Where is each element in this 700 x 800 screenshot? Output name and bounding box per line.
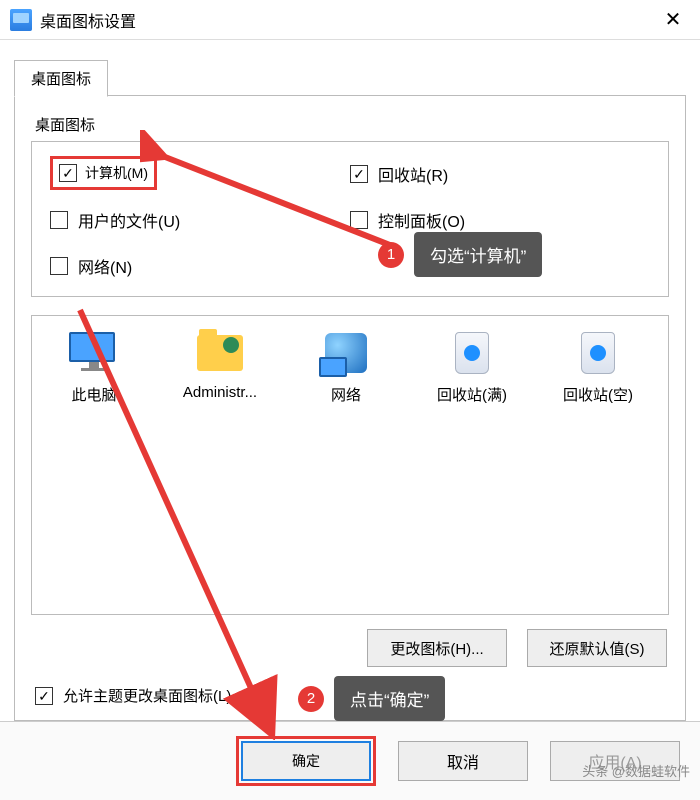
checkbox-recycle[interactable] xyxy=(350,165,368,183)
this-pc-icon xyxy=(67,330,121,376)
restore-defaults-button[interactable]: 还原默认值(S) xyxy=(527,629,667,667)
recycle-bin-empty-icon xyxy=(571,330,625,376)
tab-desktop-icons[interactable]: 桌面图标 xyxy=(14,60,108,97)
callout-1-text: 勾选“计算机” xyxy=(414,232,542,277)
app-icon xyxy=(10,9,32,31)
checkbox-network-label: 网络(N) xyxy=(78,254,132,278)
checkbox-allow-theme-label: 允许主题更改桌面图标(L) xyxy=(63,685,231,706)
tab-panel: 桌面图标 计算机(M) 回收站(R) 用户的文件(U) xyxy=(14,95,686,721)
window-title: 桌面图标设置 xyxy=(40,8,650,32)
callout-2-badge: 2 xyxy=(298,686,324,712)
icon-item-network[interactable]: 网络 xyxy=(294,330,398,405)
desktop-icons-group: 计算机(M) 回收站(R) 用户的文件(U) 控制面板(O) 网络 xyxy=(31,141,669,297)
callout-1: 1 勾选“计算机” xyxy=(378,232,542,277)
icon-item-admin[interactable]: Administr... xyxy=(168,330,272,401)
highlight-ok: 确定 xyxy=(236,736,376,786)
icon-label: 网络 xyxy=(294,384,398,405)
network-icon xyxy=(319,330,373,376)
checkbox-computer[interactable] xyxy=(59,164,77,182)
callout-2: 2 点击“确定” xyxy=(298,676,445,721)
checkbox-controlpanel[interactable] xyxy=(350,211,368,229)
watermark: 头条 @数据蛙软件 xyxy=(582,761,690,780)
group-label: 桌面图标 xyxy=(35,114,669,135)
icon-item-bin-full[interactable]: 回收站(满) xyxy=(420,330,524,405)
icon-label: 回收站(满) xyxy=(420,384,524,405)
checkbox-computer-label: 计算机(M) xyxy=(85,163,148,183)
callout-1-badge: 1 xyxy=(378,242,404,268)
change-icon-button[interactable]: 更改图标(H)... xyxy=(367,629,507,667)
highlight-computer: 计算机(M) xyxy=(50,156,157,190)
checkbox-recycle-label: 回收站(R) xyxy=(378,162,448,186)
icon-label: 此电脑 xyxy=(42,384,146,405)
icon-preview-list: 此电脑 Administr... 网络 回收站(满) xyxy=(31,315,669,615)
cancel-button[interactable]: 取消 xyxy=(398,741,528,781)
dialog-body: 桌面图标 桌面图标 计算机(M) 回收站(R) 用户的文件(U) xyxy=(0,40,700,721)
close-button[interactable]: ✕ xyxy=(650,0,696,40)
titlebar: 桌面图标设置 ✕ xyxy=(0,0,700,40)
icon-label: 回收站(空) xyxy=(546,384,650,405)
callout-2-text: 点击“确定” xyxy=(334,676,445,721)
tab-strip: 桌面图标 xyxy=(14,60,686,96)
ok-button[interactable]: 确定 xyxy=(241,741,371,781)
icon-item-pc[interactable]: 此电脑 xyxy=(42,330,146,405)
checkbox-userfiles-label: 用户的文件(U) xyxy=(78,208,180,232)
icon-item-bin-empty[interactable]: 回收站(空) xyxy=(546,330,650,405)
user-folder-icon xyxy=(193,330,247,376)
icon-label: Administr... xyxy=(168,384,272,401)
checkbox-controlpanel-label: 控制面板(O) xyxy=(378,208,465,232)
checkbox-allow-theme[interactable] xyxy=(35,687,53,705)
recycle-bin-full-icon xyxy=(445,330,499,376)
checkbox-network[interactable] xyxy=(50,257,68,275)
close-icon: ✕ xyxy=(665,7,682,32)
checkbox-userfiles[interactable] xyxy=(50,211,68,229)
